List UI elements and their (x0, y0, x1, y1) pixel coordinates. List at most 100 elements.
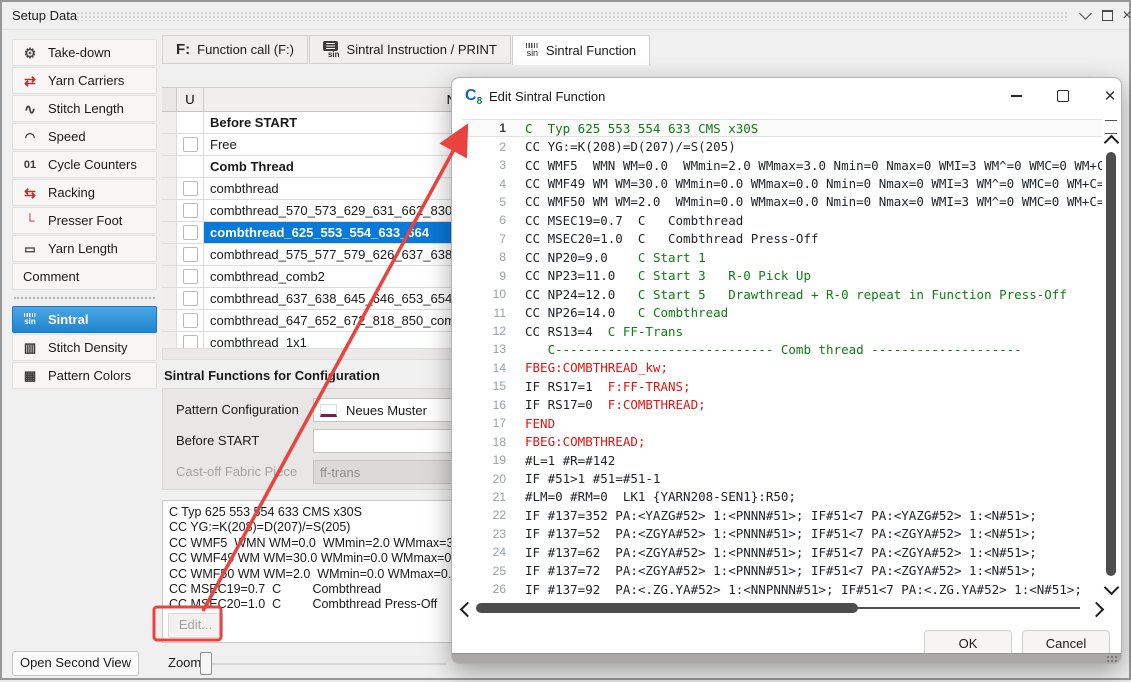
dropdown-value: ff-trans (320, 465, 360, 480)
code-segment: CC YG:=K(208)=D(207)/=S(205) (525, 139, 736, 154)
sidebar-item-comment[interactable]: Comment (12, 263, 157, 290)
code-segment: IF #137=352 PA:<YAZG#52> 1:<PNNN#51>; IF… (525, 508, 1037, 523)
code-line[interactable]: 11CC NP26=14.0 C Combthread (462, 303, 1102, 321)
code-line[interactable]: 14FBEG:COMBTHREAD_kw; (462, 359, 1102, 377)
sidebar-item-sintral[interactable]: sinSintral (12, 306, 157, 333)
dialog-close-icon[interactable]: × (1094, 78, 1122, 114)
code-line[interactable]: 26IF #137=92 PA:<.ZG.YA#52> 1:<NNPNNN#51… (462, 580, 1102, 598)
row-checkbox[interactable] (183, 137, 198, 152)
code-segment: IF RS17=0 (525, 397, 608, 412)
code-line[interactable]: 15IF RS17=1 F:FF-TRANS; (462, 377, 1102, 395)
horizontal-scrollbar[interactable] (462, 602, 1102, 616)
code-line[interactable]: 23IF #137=52 PA:<ZGYA#52> 1:<PNNN#51>; I… (462, 525, 1102, 543)
vertical-scroll-thumb[interactable] (1106, 152, 1116, 576)
row-checkbox[interactable] (183, 313, 198, 328)
code-line[interactable]: 17FEND (462, 414, 1102, 432)
scroll-up-icon[interactable] (1103, 135, 1119, 151)
splitter-grip-icon[interactable] (1105, 120, 1117, 134)
preview-code-line: CC YG:=K(208)=D(207)/=S(205) (169, 520, 476, 535)
row-checkbox[interactable] (183, 269, 198, 284)
sidebar-item-pattern-colors[interactable]: ▦Pattern Colors (12, 362, 157, 389)
code-line[interactable]: 22IF #137=352 PA:<YAZG#52> 1:<PNNN#51>; … (462, 506, 1102, 524)
code-segment: CC MSEC20=1.0 C Combthread Press-Off (525, 231, 819, 246)
resize-grip-icon[interactable] (1106, 655, 1119, 662)
line-number: 20 (462, 472, 525, 486)
code-line[interactable]: 10CC NP24=12.0 C Start 5 Drawthread + R-… (462, 285, 1102, 303)
row-checkbox[interactable] (183, 203, 198, 218)
cast-off-fabric-piece-dropdown: ff-trans (313, 460, 466, 484)
row-checkbox[interactable] (183, 181, 198, 196)
maximize-icon[interactable] (1097, 2, 1117, 29)
yarn-length-icon: ▭ (20, 242, 40, 256)
row-checkbox[interactable] (183, 291, 198, 306)
code-line[interactable]: 5CC WMF50 WM WM=2.0 WMmin=0.0 WMmax=0.0 … (462, 193, 1102, 211)
sidebar-item-racking[interactable]: ⇆Racking (12, 179, 157, 206)
code-segment: C Start 5 Drawthread + R-0 repeat in Fun… (638, 287, 1067, 302)
sidebar-item-label: Stitch Length (48, 101, 124, 116)
vertical-scrollbar[interactable] (1102, 119, 1120, 614)
edit-button[interactable]: Edit... (168, 613, 223, 638)
sidebar-item-cycle-counters[interactable]: 01Cycle Counters (12, 151, 157, 178)
scroll-right-icon[interactable] (1089, 602, 1105, 618)
sidebar-item-speed[interactable]: ◠Speed (12, 123, 157, 150)
code-segment: F:FF-TRANS; (608, 379, 691, 394)
u-cell (177, 288, 204, 309)
code-line[interactable]: 21#LM=0 #RM=0 LK1 {YARN208-SEN1}:R50; (462, 488, 1102, 506)
sidebar-item-stitch-length[interactable]: ∿Stitch Length (12, 95, 157, 122)
preview-code-line: CC WMF5 WMN WM=0.0 WMmin=2.0 WMmax=3.0 N (169, 536, 476, 551)
row-header-cell (162, 200, 177, 221)
tab-function-call-f[interactable]: F:Function call (F:) (162, 35, 308, 64)
preview-code-line: CC WMF49 WM WM=30.0 WMmin=0.0 WMmax=0.0 … (169, 551, 476, 566)
code-line[interactable]: 7CC MSEC20=1.0 C Combthread Press-Off (462, 230, 1102, 248)
line-number: 18 (462, 435, 525, 449)
code-line[interactable]: 25IF #137=72 PA:<ZGYA#52> 1:<PNNN#51>; I… (462, 562, 1102, 580)
code-line[interactable]: 18FBEG:COMBTHREAD; (462, 432, 1102, 450)
close-icon[interactable]: × (1117, 2, 1131, 29)
tab-sintral-instruction-print[interactable]: sinSintral Instruction / PRINT (309, 35, 511, 64)
dialog-minimize-icon[interactable] (1000, 78, 1032, 114)
zoom-slider-thumb[interactable] (200, 652, 212, 675)
code-line[interactable]: 12CC RS13=4 C FF-Trans (462, 322, 1102, 340)
code-line[interactable]: 3CC WMF5 WMN WM=0.0 WMmin=2.0 WMmax=3.0 … (462, 156, 1102, 174)
code-line[interactable]: 20IF #51>1 #51=#51-1 (462, 469, 1102, 487)
code-line[interactable]: 19#L=1 #R=#142 (462, 451, 1102, 469)
code-line[interactable]: 6CC MSEC19=0.7 C Combthread (462, 211, 1102, 229)
row-header-column (162, 88, 177, 111)
zoom-slider-track[interactable] (202, 663, 447, 666)
row-checkbox[interactable] (183, 225, 198, 240)
scroll-left-icon[interactable] (460, 602, 476, 618)
code-line[interactable]: 2CC YG:=K(208)=D(207)/=S(205) (462, 137, 1102, 155)
code-line[interactable]: 16IF RS17=0 F:COMBTHREAD; (462, 396, 1102, 414)
code-line[interactable]: 13 C----------------------------- Comb t… (462, 340, 1102, 358)
code-segment: CC MSEC19=0.7 C Combthread (525, 213, 743, 228)
code-line[interactable]: 8CC NP20=9.0 C Start 1 (462, 248, 1102, 266)
code-segment: FBEG:COMBTHREAD; (525, 434, 645, 449)
before-start-dropdown[interactable] (313, 429, 466, 453)
line-number: 9 (462, 269, 525, 283)
sidebar-item-label: Racking (48, 185, 95, 200)
row-checkbox[interactable] (183, 247, 198, 262)
row-header-cell (162, 266, 177, 287)
pattern-configuration-dropdown[interactable]: Neues Muster (313, 398, 466, 422)
code-line[interactable]: 4CC WMF49 WM WM=30.0 WMmin=0.0 WMmax=0.0… (462, 174, 1102, 192)
scroll-down-icon[interactable] (1103, 580, 1119, 596)
code-line[interactable]: 9CC NP23=11.0 C Start 3 R-0 Pick Up (462, 267, 1102, 285)
preview-code-line: CC MSEC19=0.7 C Combthread (169, 582, 476, 597)
sidebar-item-presser-foot[interactable]: └Presser Foot (12, 207, 157, 234)
code-line[interactable]: 1C Typ 625 553 554 633 CMS x30S (462, 119, 1102, 137)
sidebar-item-yarn-carriers[interactable]: ⇄Yarn Carriers (12, 67, 157, 94)
open-second-view-button[interactable]: Open Second View (12, 651, 139, 676)
code-line[interactable]: 24IF #137=62 PA:<ZGYA#52> 1:<PNNN#51>; I… (462, 543, 1102, 561)
code-segment: CC NP26=14.0 (525, 305, 638, 320)
dialog-maximize-icon[interactable] (1047, 78, 1079, 114)
yarn-carriers-icon: ⇄ (20, 74, 40, 88)
sidebar-item-yarn-length[interactable]: ▭Yarn Length (12, 235, 157, 262)
horizontal-scroll-thumb[interactable] (476, 603, 858, 613)
sidebar-item-take-down[interactable]: ⚙Take-down (12, 39, 157, 66)
tab-sintral-function[interactable]: sinSintral Function (512, 35, 650, 65)
code-segment: #L=1 #R=#142 (525, 453, 615, 468)
line-number: 14 (462, 361, 525, 375)
chevron-down-icon[interactable] (1075, 2, 1095, 29)
sintral-code-editor[interactable]: 1C Typ 625 553 554 633 CMS x30S2CC YG:=K… (462, 119, 1102, 599)
sidebar-item-stitch-density[interactable]: ▥Stitch Density (12, 334, 157, 361)
